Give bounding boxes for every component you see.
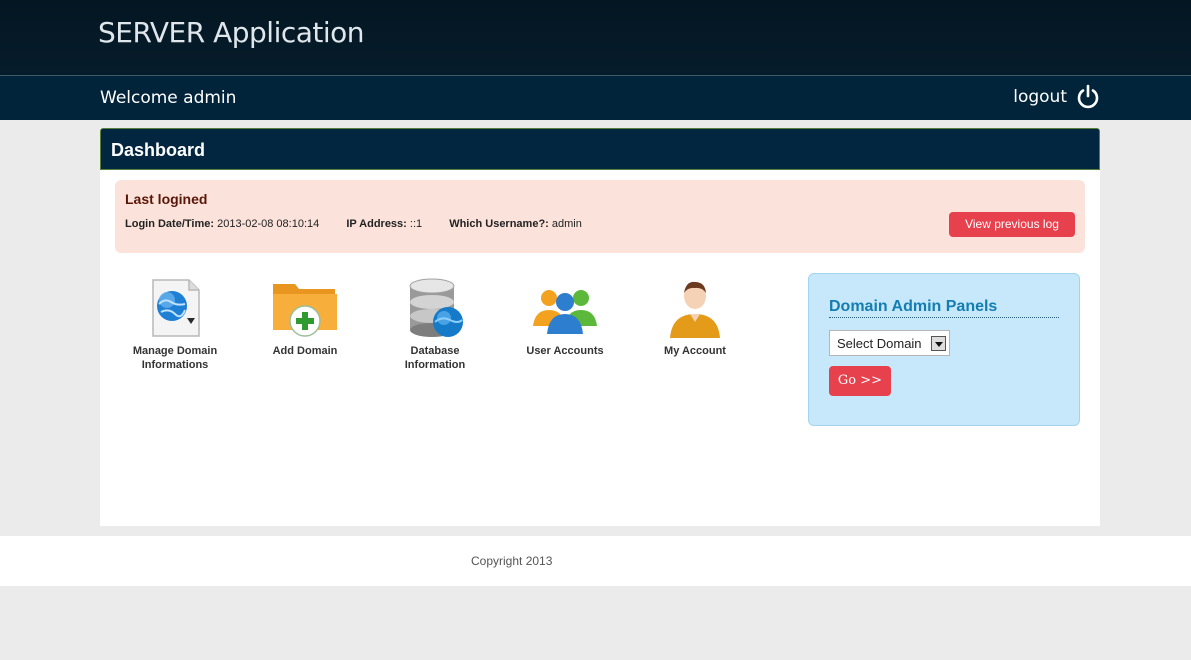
login-date-label: Login Date/Time:	[125, 218, 215, 230]
my-account-tile[interactable]: My Account	[630, 278, 760, 358]
dashboard-panel: Dashboard Last logined Login Date/Time: …	[100, 128, 1100, 526]
login-date-value: 2013-02-08 08:10:14	[217, 218, 320, 230]
tile-label-line1: Manage Domain	[132, 345, 218, 357]
copyright-text: Copyright 2013	[471, 554, 553, 568]
footer: Copyright 2013	[0, 536, 1191, 586]
user-accounts-tile[interactable]: User Accounts	[500, 278, 630, 358]
database-information-tile[interactable]: Database Information	[370, 278, 500, 372]
database-globe-icon	[409, 278, 463, 337]
domain-select[interactable]: Select Domain	[829, 330, 950, 356]
tile-label-line1: Database	[410, 345, 460, 357]
users-icon	[533, 290, 597, 334]
logout-button[interactable]: logout	[1013, 84, 1101, 110]
tile-label-line1: Add Domain	[272, 345, 338, 357]
view-previous-log-button[interactable]: View previous log	[949, 212, 1075, 237]
username-value: admin	[551, 218, 582, 230]
username-label: Which Username?:	[449, 218, 549, 230]
chevron-down-icon	[931, 336, 946, 351]
tile-label-line2: Information	[404, 359, 466, 371]
ip-label: IP Address:	[346, 218, 407, 230]
user-bar: Welcome admin logout	[0, 75, 1191, 120]
domain-panel-title: Domain Admin Panels	[829, 298, 1059, 318]
ip-value: ::1	[409, 218, 423, 230]
power-icon	[1077, 84, 1099, 109]
globe-document-icon	[152, 279, 200, 337]
tile-label-line1: User Accounts	[526, 345, 604, 357]
app-header: SERVER Application	[0, 0, 1191, 75]
last-login-box: Last logined Login Date/Time: 2013-02-08…	[115, 180, 1085, 253]
last-login-title: Last logined	[125, 191, 208, 207]
dashboard-title: Dashboard	[111, 140, 206, 160]
app-title: SERVER Application	[98, 16, 365, 49]
welcome-text: Welcome admin	[100, 88, 237, 108]
user-icon	[670, 281, 720, 338]
manage-domain-tile[interactable]: Manage Domain Informations	[110, 278, 240, 372]
domain-select-value: Select Domain	[837, 336, 922, 351]
dashboard-header: Dashboard	[100, 128, 1100, 170]
last-login-info: Login Date/Time: 2013-02-08 08:10:14 IP …	[125, 218, 606, 230]
domain-admin-panel: Domain Admin Panels Select Domain Go >>	[808, 273, 1080, 426]
add-domain-tile[interactable]: Add Domain	[240, 278, 370, 358]
tile-label-line1: My Account	[664, 345, 726, 357]
folder-add-icon	[273, 284, 337, 337]
tile-label-line2: Informations	[141, 359, 209, 371]
logout-label: logout	[1013, 87, 1067, 107]
go-button[interactable]: Go >>	[829, 366, 891, 396]
